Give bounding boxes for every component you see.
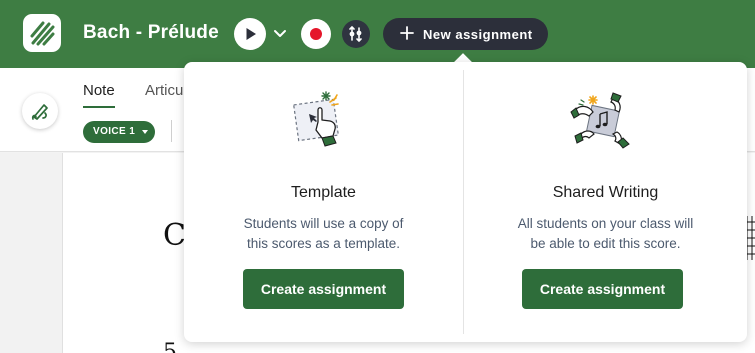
tab-articulation[interactable]: Articu <box>145 82 183 99</box>
template-description-line-1: Students will use a copy of <box>243 216 404 231</box>
logo-icon[interactable] <box>23 14 61 52</box>
shared-writing-description-line-2: be able to edit this score. <box>530 236 681 251</box>
template-option: Template Students will use a copy of thi… <box>184 62 463 342</box>
new-assignment-label: New assignment <box>423 27 533 42</box>
caret-down-icon <box>142 130 148 134</box>
measure-number: 5 <box>163 340 177 353</box>
pen-tool-button[interactable] <box>22 93 58 129</box>
shared-writing-title: Shared Writing <box>552 184 659 201</box>
chevron-down-icon[interactable] <box>272 27 288 41</box>
shared-writing-option: Shared Writing All students on your clas… <box>464 62 747 342</box>
metronome-button[interactable] <box>342 20 370 48</box>
template-description-line-2: this scores as a template. <box>246 236 401 251</box>
create-shared-assignment-button[interactable]: Create assignment <box>522 269 683 309</box>
shared-hands-icon <box>570 92 630 149</box>
hand-pointer-icon <box>293 91 339 147</box>
score-glyph: C <box>163 218 186 253</box>
assignment-menu: Template Students will use a copy of thi… <box>184 62 747 342</box>
top-bar: Bach - Prélude New assignment <box>0 0 755 68</box>
voice-label: VOICE 1 <box>93 126 136 137</box>
pen-icon <box>31 104 48 120</box>
template-title: Template <box>291 184 356 201</box>
new-assignment-button[interactable]: New assignment <box>383 18 548 50</box>
play-button[interactable] <box>234 18 266 50</box>
record-button[interactable] <box>301 19 331 49</box>
play-icon <box>246 28 256 40</box>
active-tab-indicator <box>83 106 115 108</box>
shared-writing-description: All students on your class will be able … <box>464 214 747 254</box>
metronome-icon <box>349 25 362 43</box>
score-title: Bach - Prélude <box>83 22 219 43</box>
plus-icon <box>400 26 414 40</box>
shared-writing-description-line-1: All students on your class will <box>517 216 694 231</box>
record-icon <box>310 28 322 40</box>
template-description: Students will use a copy of this scores … <box>184 214 463 254</box>
tab-note[interactable]: Note <box>83 82 115 99</box>
voice-selector[interactable]: VOICE 1 <box>83 121 155 143</box>
toolbar-divider <box>171 120 172 142</box>
create-template-assignment-button[interactable]: Create assignment <box>243 269 404 309</box>
